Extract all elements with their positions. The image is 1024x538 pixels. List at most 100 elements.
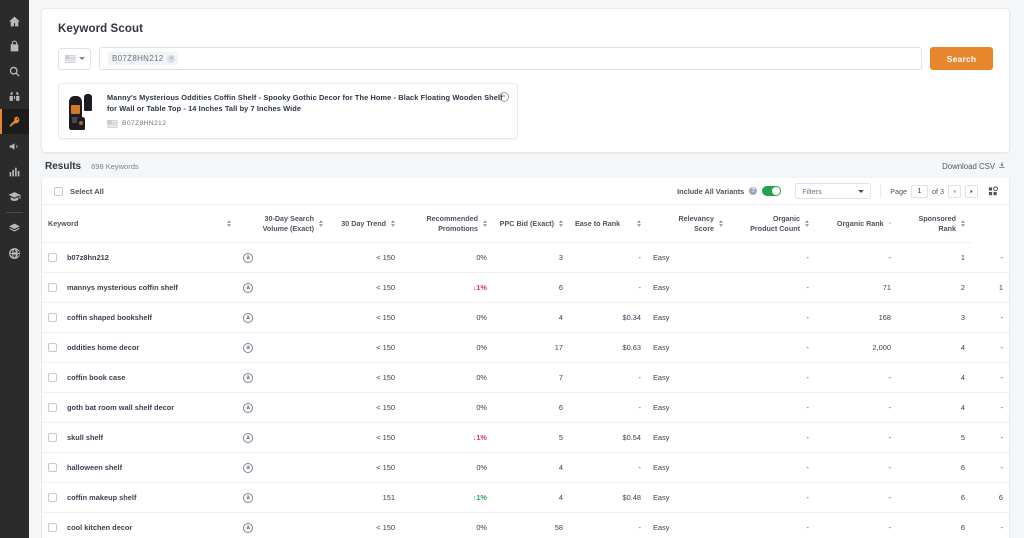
table-row[interactable]: cool kitchen decor a < 150 0% 58- Easy - -6-: [42, 512, 1009, 538]
row-checkbox[interactable]: [48, 403, 57, 413]
cell-ease-to-rank: Easy: [647, 302, 729, 334]
cell-promotions: 4: [493, 452, 569, 484]
table-row[interactable]: coffin makeup shelf a 151 ↑1% 4 $0.48 Easy - -6 6: [42, 482, 1009, 514]
cell-ease-to-rank: Easy: [647, 362, 729, 394]
cell-ease-to-rank: Easy: [647, 482, 729, 514]
selected-product-card: Manny's Mysterious Oddities Coffin Shelf…: [58, 83, 518, 139]
cell-organic-product-count: -: [815, 362, 897, 394]
cell-promotions: 6: [493, 272, 569, 304]
filters-label: Filters: [802, 186, 822, 196]
search-row: B07Z8HN212 × Search: [42, 47, 1009, 70]
sidebar-item-opportunity-finder[interactable]: [0, 59, 29, 84]
country-select[interactable]: [58, 47, 91, 70]
sidebar-item-product-tracker[interactable]: [0, 84, 29, 109]
col-promotions[interactable]: Recommended Promotions: [401, 205, 493, 244]
column-settings-button[interactable]: [988, 185, 999, 197]
cell-organic-product-count: 71: [815, 272, 897, 304]
sidebar-item-home[interactable]: [0, 9, 29, 34]
cell-trend: ↑1%: [401, 482, 493, 514]
cell-organic-product-count: 2,000: [815, 332, 897, 364]
col-organic-product-count[interactable]: Organic Product Count: [729, 205, 815, 244]
col-ease-to-rank[interactable]: Ease to Rank: [569, 205, 647, 244]
help-icon[interactable]: ?: [749, 187, 758, 195]
include-variants-toggle[interactable]: [762, 186, 782, 196]
col-organic-rank[interactable]: Organic Rank -: [815, 205, 897, 244]
cell-source: a: [237, 512, 329, 538]
row-checkbox[interactable]: [48, 283, 57, 293]
col-keyword-label: Keyword: [48, 218, 79, 228]
cell-organic-rank: 4: [897, 392, 971, 424]
sort-icon[interactable]: [719, 219, 723, 228]
trend-value: 0%: [476, 343, 487, 353]
row-checkbox[interactable]: [48, 463, 57, 473]
sort-icon[interactable]: [391, 219, 395, 228]
amazon-icon: a: [243, 372, 253, 383]
table-row[interactable]: mannys mysterious coffin shelf a < 150 ↓1% 6…: [42, 272, 1009, 304]
sidebar-item-advertising[interactable]: [0, 134, 29, 159]
select-all-checkbox[interactable]: [54, 186, 63, 196]
sidebar-item-analytics[interactable]: [0, 159, 29, 184]
keyword-text: halloween shelf: [67, 462, 123, 472]
row-checkbox[interactable]: [48, 493, 57, 503]
page-title: Keyword Scout: [58, 23, 144, 35]
trend-value: 0%: [476, 403, 487, 413]
table-row[interactable]: coffin shaped bookshelf a < 150 0% 4 $0.34 Eas…: [42, 302, 1009, 334]
table-row[interactable]: b07z8hn212 a < 150 0% 3- Easy - -1-: [42, 242, 1009, 274]
next-page-button[interactable]: [965, 184, 978, 198]
col-ppc-bid[interactable]: PPC Bid (Exact): [493, 205, 569, 244]
sidebar-item-keyword-scout[interactable]: [0, 109, 29, 134]
sort-icon[interactable]: [805, 219, 809, 228]
row-checkbox[interactable]: [48, 433, 57, 443]
sort-icon[interactable]: [961, 219, 965, 228]
sort-icon[interactable]: [483, 219, 487, 228]
include-all-variants-control[interactable]: Include All Variants ?: [677, 186, 791, 196]
filters-dropdown[interactable]: Filters: [795, 183, 872, 199]
table-row[interactable]: goth bat room wall shelf decor a < 150 0% 6-…: [42, 392, 1009, 424]
cell-trend: ↓1%: [401, 272, 493, 304]
download-csv-button[interactable]: Download CSV: [942, 161, 1006, 171]
asin-search-input[interactable]: B07Z8HN212 ×: [99, 47, 922, 70]
col-search-volume[interactable]: 30-Day Search Volume (Exact): [237, 205, 329, 244]
previous-page-button[interactable]: [948, 184, 961, 198]
table-row[interactable]: coffin book case a < 150 0% 7- Easy - -4-: [42, 362, 1009, 394]
col-relevancy-score[interactable]: Relevancy Score: [647, 205, 729, 244]
asin-chip[interactable]: B07Z8HN212 ×: [108, 52, 179, 65]
col-sponsored-rank[interactable]: Sponsored Rank: [897, 205, 971, 244]
row-checkbox[interactable]: [48, 523, 57, 533]
row-checkbox[interactable]: [48, 373, 57, 383]
col-ease-to-rank-label: Ease to Rank: [575, 218, 621, 228]
table-toolbar: Select All Include All Variants ? Filter…: [42, 178, 1009, 205]
row-checkbox[interactable]: [48, 253, 57, 263]
close-icon[interactable]: ×: [167, 54, 176, 63]
col-keyword[interactable]: Keyword: [42, 205, 237, 244]
sidebar-item-global[interactable]: [0, 241, 29, 266]
cell-sponsored-rank: -: [971, 422, 1009, 454]
coffin-shelf-tiny-image: [77, 117, 85, 130]
sidebar-item-product-database[interactable]: [0, 34, 29, 59]
keyword-text: coffin shaped bookshelf: [67, 312, 152, 322]
select-all-control[interactable]: Select All: [54, 186, 104, 196]
main-content: Keyword Scout B07Z8HN212 × Search Manny'…: [29, 0, 1024, 538]
sidebar-item-tools[interactable]: [0, 216, 29, 241]
cell-ease-to-rank: Easy: [647, 332, 729, 364]
row-checkbox[interactable]: [48, 343, 57, 353]
table-row[interactable]: oddities home decor a < 150 0% 17 $0.63 Easy -2…: [42, 332, 1009, 364]
row-checkbox[interactable]: [48, 313, 57, 323]
col-trend[interactable]: 30 Day Trend: [329, 205, 401, 244]
cell-promotions: 7: [493, 362, 569, 394]
sidebar-item-academy[interactable]: [0, 184, 29, 209]
amazon-icon: a: [243, 462, 253, 473]
cell-source: a: [237, 422, 329, 454]
sort-icon[interactable]: [637, 219, 641, 228]
remove-product-icon[interactable]: ×: [499, 92, 509, 102]
sort-icon[interactable]: -: [889, 219, 891, 228]
amazon-icon: a: [243, 252, 253, 263]
chevron-down-icon: [78, 57, 85, 60]
sort-icon[interactable]: [319, 219, 323, 228]
table-row[interactable]: halloween shelf a < 150 0% 4- Easy - -6-: [42, 452, 1009, 484]
page-number-input[interactable]: 1: [911, 184, 928, 198]
sort-icon[interactable]: [559, 219, 563, 228]
search-button[interactable]: Search: [930, 47, 993, 70]
table-row[interactable]: skull shelf a < 150 ↓1% 5 $0.54 Easy - -5-: [42, 422, 1009, 454]
sort-icon[interactable]: [227, 219, 231, 228]
